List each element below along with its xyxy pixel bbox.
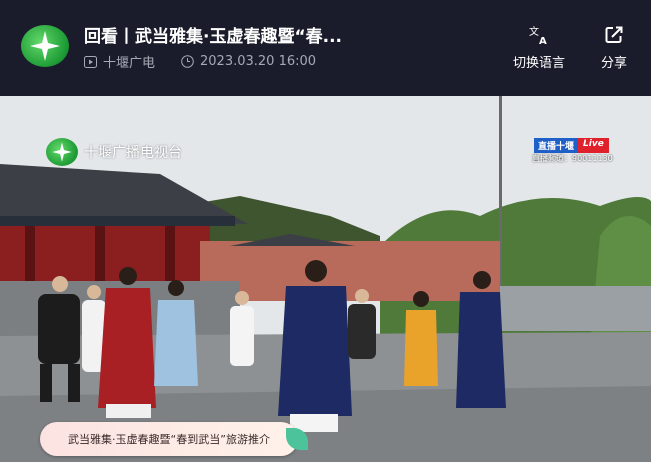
share-icon	[605, 26, 623, 43]
live-badge-en: Live	[578, 138, 609, 153]
translate-icon: 文 A	[529, 25, 547, 46]
star-logo-icon	[30, 31, 60, 61]
channel-logo[interactable]	[21, 25, 69, 67]
top-bar: 回看丨武当雅集·玉虚春趣暨“春... 十堰广电 2023.03.20 16:00…	[0, 0, 651, 96]
switch-language-label: 切换语言	[512, 56, 565, 71]
video-caption: 武当雅集·玉虚春趣暨“春到武当”旅游推介	[40, 422, 308, 456]
switch-language-button[interactable]: 文 A 切换语言	[506, 22, 572, 71]
svg-text:文: 文	[529, 25, 539, 38]
publish-time: 2023.03.20 16:00	[200, 54, 317, 69]
live-channel-id: 直播频道：90011130	[532, 154, 613, 163]
video-icon	[84, 55, 97, 68]
watermark-star-icon	[46, 138, 78, 166]
svg-text:A: A	[539, 36, 547, 46]
meta-row: 十堰广电 2023.03.20 16:00	[84, 52, 342, 71]
caption-text: 武当雅集·玉虚春趣暨“春到武当”旅游推介	[68, 433, 270, 446]
live-badge-cn: 直播十堰	[534, 138, 579, 153]
page-title: 回看丨武当雅集·玉虚春趣暨“春...	[84, 27, 343, 47]
share-button[interactable]: 分享	[590, 22, 638, 71]
station-watermark: 十堰广播电视台	[46, 138, 182, 166]
share-label: 分享	[600, 56, 627, 71]
source-name: 十堰广电	[103, 56, 156, 71]
source-info: 十堰广电	[84, 52, 155, 71]
live-badge: 直播十堰 Live	[534, 138, 609, 153]
watermark-text: 十堰广播电视台	[84, 145, 182, 161]
time-info: 2023.03.20 16:00	[181, 54, 316, 69]
clock-icon	[181, 55, 194, 68]
video-player[interactable]: 十堰广播电视台 直播十堰 Live 直播频道：90011130 武当雅集·玉虚春…	[0, 96, 651, 462]
